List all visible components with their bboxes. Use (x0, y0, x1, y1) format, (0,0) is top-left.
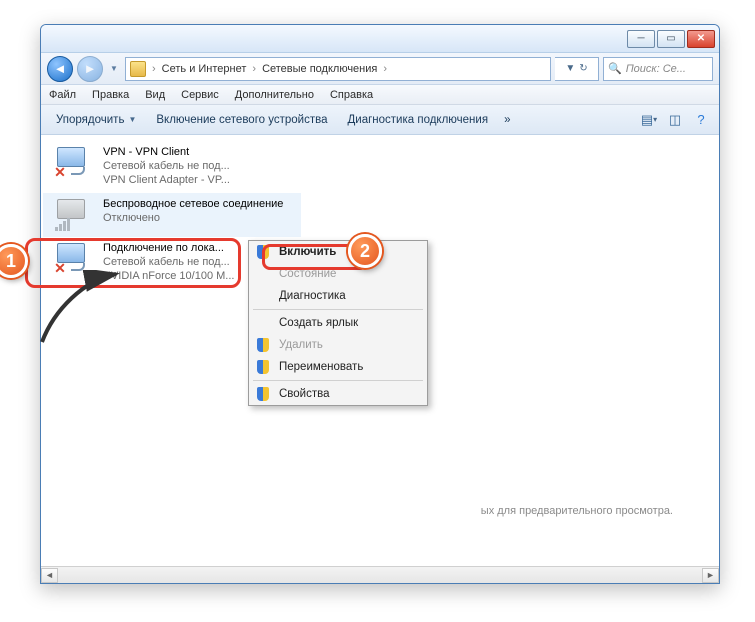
separator (253, 309, 423, 310)
title-bar: ─ ▭ ✕ (41, 25, 719, 53)
shield-icon (255, 359, 271, 375)
organize-button[interactable]: Упорядочить ▼ (47, 109, 145, 131)
help-button[interactable]: ? (689, 109, 713, 131)
scroll-left-button[interactable]: ◄ (41, 568, 58, 583)
ctx-rename[interactable]: Переименовать (249, 356, 427, 378)
enable-device-label: Включение сетевого устройства (156, 114, 327, 126)
breadcrumb-level1[interactable]: Сеть и Интернет (162, 63, 247, 75)
nav-history-dropdown[interactable]: ▼ (107, 58, 121, 80)
menu-edit[interactable]: Правка (84, 87, 137, 103)
forward-button[interactable]: ► (77, 56, 103, 82)
menu-file[interactable]: Файл (41, 87, 84, 103)
menu-help[interactable]: Справка (322, 87, 381, 103)
ctx-create-shortcut[interactable]: Создать ярлык (249, 312, 427, 334)
annotation-badge-1: 1 (0, 244, 28, 278)
item-line2: Сетевой кабель не под... (103, 159, 230, 173)
minimize-button[interactable]: ─ (627, 30, 655, 48)
diagnose-button[interactable]: Диагностика подключения (338, 109, 497, 131)
adapter-icon: ✕ (53, 241, 95, 275)
ctx-enable[interactable]: Включить (249, 241, 427, 263)
horizontal-scrollbar[interactable]: ◄ ► (41, 566, 719, 583)
maximize-button[interactable]: ▭ (657, 30, 685, 48)
shield-icon (255, 386, 271, 402)
wifi-signal-icon (55, 218, 70, 231)
command-bar: Упорядочить ▼ Включение сетевого устройс… (41, 105, 719, 135)
ctx-status-label: Состояние (279, 268, 336, 280)
connection-item-wireless[interactable]: Беспроводное сетевое соединение Отключен… (43, 193, 301, 237)
breadcrumb-sep: › (383, 63, 387, 75)
ctx-diagnostics[interactable]: Диагностика (249, 285, 427, 307)
scroll-right-button[interactable]: ► (702, 568, 719, 583)
context-menu: Включить Состояние Диагностика Создать я… (248, 240, 428, 406)
shield-icon (255, 244, 271, 260)
search-icon: 🔍 (608, 62, 622, 75)
ctx-shortcut-label: Создать ярлык (279, 317, 358, 329)
more-commands[interactable]: » (499, 109, 515, 131)
ctx-diagnostics-label: Диагностика (279, 290, 346, 302)
menu-service[interactable]: Сервис (173, 87, 227, 103)
item-line3: NVIDIA nForce 10/100 M... (103, 269, 234, 283)
diagnose-label: Диагностика подключения (347, 114, 488, 126)
ctx-rename-label: Переименовать (279, 361, 363, 373)
ctx-delete: Удалить (249, 334, 427, 356)
navigation-bar: ◄ ► ▼ › Сеть и Интернет › Сетевые подклю… (41, 53, 719, 85)
annotation-badge-2: 2 (348, 234, 382, 268)
preview-hint-text: ых для предварительного просмотра. (481, 505, 673, 517)
item-title: Подключение по лока... (103, 241, 234, 255)
adapter-icon (53, 197, 95, 231)
breadcrumb-sep: › (152, 63, 156, 75)
breadcrumb-sep: › (252, 63, 256, 75)
item-line3: VPN Client Adapter - VP... (103, 173, 230, 187)
ctx-delete-label: Удалить (279, 339, 323, 351)
menu-extra[interactable]: Дополнительно (227, 87, 322, 103)
menu-view[interactable]: Вид (137, 87, 173, 103)
separator (253, 380, 423, 381)
ctx-status: Состояние (249, 263, 427, 285)
address-refresh[interactable]: ▼ ↻ (555, 57, 599, 81)
item-line2: Отключено (103, 211, 283, 225)
close-button[interactable]: ✕ (687, 30, 715, 48)
error-x-icon: ✕ (53, 261, 67, 275)
organize-label: Упорядочить (56, 114, 124, 126)
chevron-down-icon: ▼ (128, 115, 136, 124)
ctx-enable-label: Включить (279, 246, 336, 258)
item-title: VPN - VPN Client (103, 145, 230, 159)
item-line2: Сетевой кабель не под... (103, 255, 234, 269)
addr-dropdown-icon: ▼ (565, 63, 575, 74)
adapter-icon: ✕ (53, 145, 95, 179)
search-input[interactable]: 🔍 Поиск: Се... (603, 57, 713, 81)
back-button[interactable]: ◄ (47, 56, 73, 82)
item-title: Беспроводное сетевое соединение (103, 197, 283, 211)
chevron-down-icon: ▾ (653, 115, 657, 124)
shield-icon (255, 337, 271, 353)
folder-icon (130, 61, 146, 77)
error-x-icon: ✕ (53, 165, 67, 179)
ctx-properties[interactable]: Свойства (249, 383, 427, 405)
preview-pane-button[interactable]: ◫ (663, 109, 687, 131)
search-placeholder: Поиск: Се... (626, 63, 686, 75)
menu-bar: Файл Правка Вид Сервис Дополнительно Спр… (41, 85, 719, 105)
breadcrumb-level2[interactable]: Сетевые подключения (262, 63, 377, 75)
refresh-icon[interactable]: ↻ (579, 63, 587, 74)
connection-item[interactable]: ✕ VPN - VPN Client Сетевой кабель не под… (43, 141, 301, 193)
ctx-properties-label: Свойства (279, 388, 330, 400)
view-options-button[interactable]: ▤▾ (637, 109, 661, 131)
enable-device-button[interactable]: Включение сетевого устройства (147, 109, 336, 131)
address-bar[interactable]: › Сеть и Интернет › Сетевые подключения … (125, 57, 551, 81)
